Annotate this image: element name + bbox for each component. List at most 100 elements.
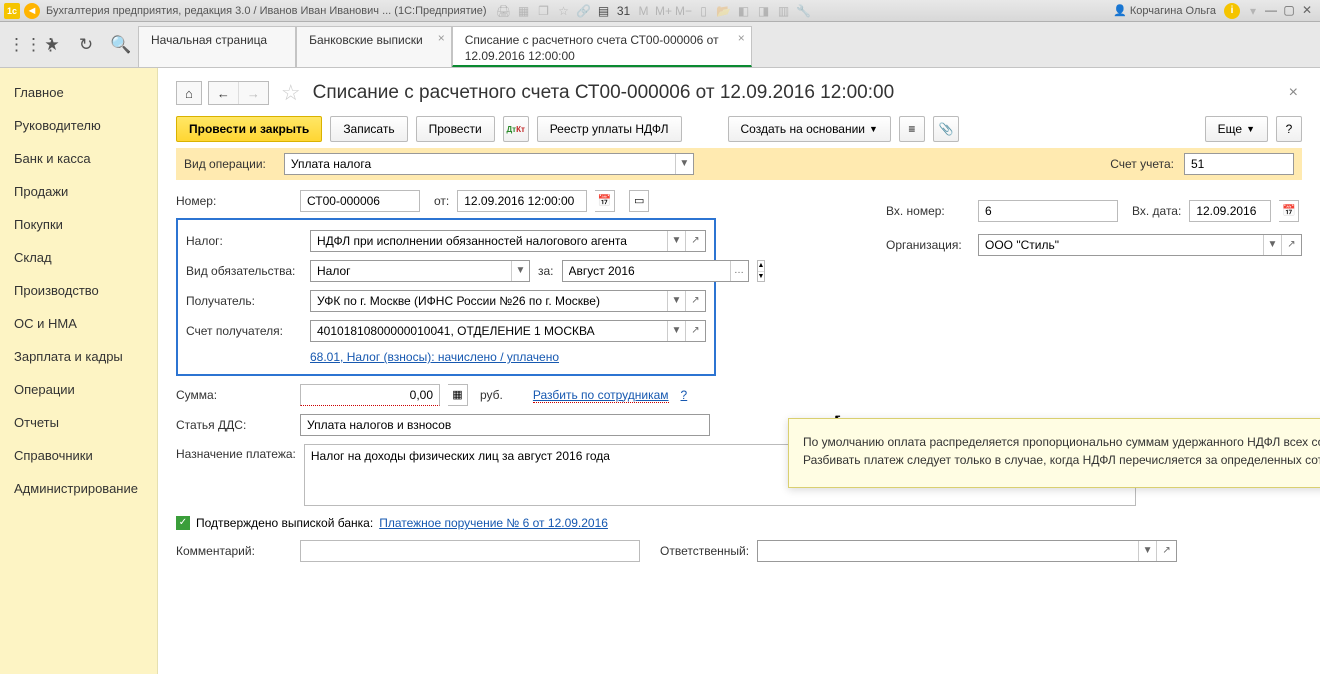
incoming-date-input[interactable]	[1189, 200, 1271, 222]
open-ref-icon[interactable]: ↗	[685, 291, 705, 311]
tax-account-link[interactable]: 68.01, Налог (взносы): начислено / уплач…	[310, 350, 559, 364]
dds-combo[interactable]	[300, 414, 710, 436]
tb-options-icon[interactable]: 🔧	[795, 3, 813, 19]
chevron-down-icon[interactable]: ▼	[1138, 541, 1156, 561]
tb-m-icon[interactable]: M	[635, 3, 653, 19]
sidebar-item-main[interactable]: Главное	[0, 76, 157, 109]
back-icon[interactable]: ◄	[24, 3, 40, 19]
spinner-down-icon[interactable]: ▼	[758, 272, 765, 282]
payee-combo[interactable]: ▼ ↗	[310, 290, 706, 312]
sidebar-item-sales[interactable]: Продажи	[0, 175, 157, 208]
tb-star-icon[interactable]: ☆	[555, 3, 573, 19]
operation-type-combo[interactable]: ▼	[284, 153, 694, 175]
sidebar-item-production[interactable]: Производство	[0, 274, 157, 307]
sidebar-item-admin[interactable]: Администрирование	[0, 472, 157, 505]
tb-nav-icon[interactable]: ◧	[735, 3, 753, 19]
spinner-up-icon[interactable]: ▲	[758, 261, 765, 272]
open-ref-icon[interactable]: ↗	[1281, 235, 1301, 255]
chevron-down-icon[interactable]: ▼	[675, 154, 693, 174]
tab-home[interactable]: Начальная страница	[138, 26, 296, 67]
tb-print-icon[interactable]: 🖨	[495, 3, 513, 19]
tb-nav2-icon[interactable]: ◨	[755, 3, 773, 19]
lines-icon-button[interactable]: ≡	[899, 116, 925, 142]
tb-doc-icon[interactable]: ▦	[515, 3, 533, 19]
tb-copy-icon[interactable]: ❐	[535, 3, 553, 19]
responsible-input[interactable]	[758, 541, 1138, 561]
sidebar-item-references[interactable]: Справочники	[0, 439, 157, 472]
chevron-down-icon[interactable]: ▼	[667, 321, 685, 341]
chevron-down-icon[interactable]: ▼	[511, 261, 529, 281]
tb-new-icon[interactable]: ▯	[695, 3, 713, 19]
chevron-down-icon[interactable]: ▼	[667, 291, 685, 311]
sidebar-item-operations[interactable]: Операции	[0, 373, 157, 406]
home-button[interactable]: ⌂	[177, 82, 201, 104]
sidebar-item-reports[interactable]: Отчеты	[0, 406, 157, 439]
tab-document-active[interactable]: Списание с расчетного счета СТ00-000006 …	[452, 26, 752, 67]
incoming-number-input[interactable]	[978, 200, 1118, 222]
open-ref-icon[interactable]: ↗	[685, 321, 705, 341]
help-button[interactable]: ?	[1276, 116, 1302, 142]
confirmed-checkbox[interactable]: ✓	[176, 516, 190, 530]
attach-icon-button[interactable]: 📎	[933, 116, 959, 142]
calendar-icon[interactable]: 📅	[1279, 200, 1299, 222]
split-help-link[interactable]: ?	[681, 388, 688, 402]
close-window-button[interactable]: ✕	[1298, 3, 1316, 19]
open-ref-icon[interactable]: ↗	[1156, 541, 1176, 561]
period-spinner[interactable]: ▲▼	[757, 260, 766, 282]
chevron-down-icon[interactable]: ▼	[1263, 235, 1281, 255]
tb-open-icon[interactable]: 📂	[715, 3, 733, 19]
comment-input[interactable]	[300, 540, 640, 562]
date-input[interactable]	[457, 190, 587, 212]
sidebar-item-purchases[interactable]: Покупки	[0, 208, 157, 241]
account-combo[interactable]: ▼ ↗	[1184, 153, 1294, 175]
chevron-down-icon[interactable]: ▼	[667, 231, 685, 251]
tab-bank-statements[interactable]: Банковские выписки ×	[296, 26, 452, 67]
organization-combo[interactable]: ▼ ↗	[978, 234, 1302, 256]
sidebar-item-warehouse[interactable]: Склад	[0, 241, 157, 274]
tab-close-icon[interactable]: ×	[738, 31, 745, 45]
sidebar-item-payroll[interactable]: Зарплата и кадры	[0, 340, 157, 373]
sidebar-item-bank[interactable]: Банк и касса	[0, 142, 157, 175]
payment-order-link[interactable]: Платежное поручение № 6 от 12.09.2016	[379, 516, 608, 530]
create-based-on-button[interactable]: Создать на основании▼	[728, 116, 891, 142]
more-button[interactable]: Еще▼	[1205, 116, 1268, 142]
sidebar-item-manager[interactable]: Руководителю	[0, 109, 157, 142]
apps-icon[interactable]: ⋮⋮⋮	[8, 35, 28, 55]
tax-combo[interactable]: ▼ ↗	[310, 230, 706, 252]
minimize-button[interactable]: —	[1262, 3, 1280, 19]
operation-type-input[interactable]	[285, 154, 675, 174]
payee-account-input[interactable]	[311, 321, 667, 341]
open-ref-icon[interactable]: ↗	[685, 231, 705, 251]
sidebar-item-assets[interactable]: ОС и НМА	[0, 307, 157, 340]
post-button[interactable]: Провести	[416, 116, 495, 142]
obligation-type-input[interactable]	[311, 261, 511, 281]
dtkt-icon-button[interactable]: ДтКт	[503, 116, 529, 142]
account-input[interactable]	[1185, 154, 1320, 174]
payee-input[interactable]	[311, 291, 667, 311]
tab-close-icon[interactable]: ×	[438, 31, 445, 45]
info-icon[interactable]: i	[1224, 3, 1240, 19]
maximize-button[interactable]: ▢	[1280, 3, 1298, 19]
tb-calendar-icon[interactable]: 31	[615, 3, 633, 19]
calc-icon[interactable]: ▦	[448, 384, 468, 406]
number-input[interactable]	[300, 190, 420, 212]
dds-input[interactable]	[301, 415, 709, 435]
payee-account-combo[interactable]: ▼ ↗	[310, 320, 706, 342]
sum-input[interactable]	[300, 384, 440, 406]
period-combo[interactable]: …	[562, 260, 749, 282]
form-icon[interactable]: ▭	[629, 190, 649, 212]
responsible-combo[interactable]: ▼ ↗	[757, 540, 1177, 562]
info-dd-icon[interactable]: ▾	[1244, 3, 1262, 19]
history-icon[interactable]: ↻	[76, 35, 96, 55]
ndfl-registry-button[interactable]: Реестр уплаты НДФЛ	[537, 116, 682, 142]
ellipsis-icon[interactable]: …	[730, 261, 748, 281]
favorites-icon[interactable]: ★	[42, 35, 62, 55]
save-button[interactable]: Записать	[330, 116, 407, 142]
current-user[interactable]: 👤 Корчагина Ольга	[1113, 4, 1216, 17]
search-icon[interactable]: 🔍	[110, 35, 130, 55]
tb-grid-icon[interactable]: ▥	[775, 3, 793, 19]
post-and-close-button[interactable]: Провести и закрыть	[176, 116, 322, 142]
calendar-icon[interactable]: 📅	[595, 190, 615, 212]
favorite-star-icon[interactable]: ☆	[281, 80, 301, 106]
tb-link-icon[interactable]: 🔗	[575, 3, 593, 19]
